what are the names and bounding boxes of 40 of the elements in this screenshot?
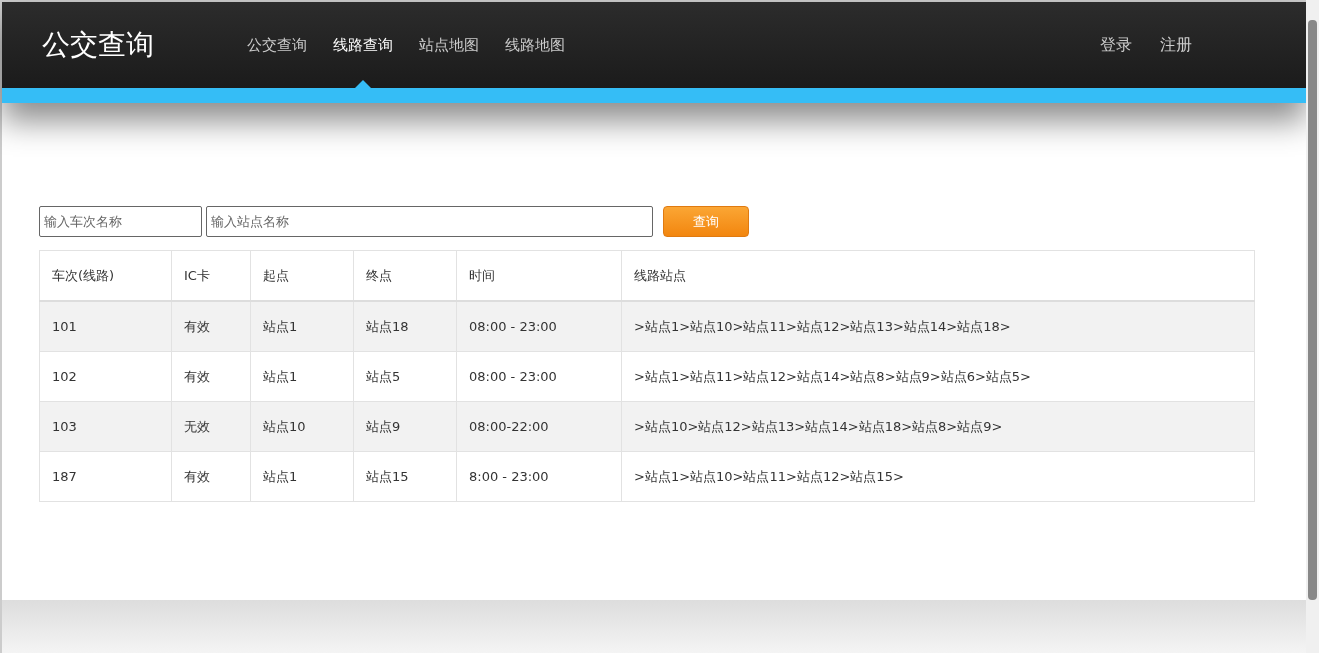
site-title: 公交查询: [42, 27, 155, 63]
table-cell: 站点18: [353, 301, 457, 352]
route-search-field[interactable]: 输入车次名称: [39, 206, 202, 237]
table-cell: 101: [39, 301, 172, 352]
account-link[interactable]: 注册: [1160, 34, 1192, 56]
nav-link[interactable]: 站点地图: [419, 2, 479, 88]
table-cell: >站点10>站点12>站点13>站点14>站点18>站点8>站点9>: [621, 401, 1255, 452]
nav-link[interactable]: 线路地图: [505, 2, 565, 88]
table-cell: 站点5: [353, 351, 457, 402]
nav-link[interactable]: 线路查询: [333, 2, 393, 88]
station-search-field[interactable]: 输入站点名称: [206, 206, 653, 237]
table-cell: 08:00-22:00: [456, 401, 622, 452]
account-link[interactable]: 登录: [1100, 34, 1132, 56]
table-cell: 站点10: [250, 401, 354, 452]
table-cell: 102: [39, 351, 172, 402]
table-cell: 站点1: [250, 451, 354, 502]
table-cell: 站点1: [250, 301, 354, 352]
table-cell: 站点15: [353, 451, 457, 502]
table-cell: >站点1>站点11>站点12>站点14>站点8>站点9>站点6>站点5>: [621, 351, 1255, 402]
table-cell: 无效: [171, 401, 251, 452]
table-cell: >站点1>站点10>站点11>站点12>站点13>站点14>站点18>: [621, 301, 1255, 352]
column-header: 起点: [250, 250, 354, 301]
table-cell: 103: [39, 401, 172, 452]
column-header: 时间: [456, 250, 622, 301]
table-cell: 8:00 - 23:00: [456, 451, 622, 502]
table-cell: >站点1>站点10>站点11>站点12>站点15>: [621, 451, 1255, 502]
column-header: 终点: [353, 250, 457, 301]
table-cell: 有效: [171, 451, 251, 502]
column-header: IC卡: [171, 250, 251, 301]
table-cell: 有效: [171, 351, 251, 402]
column-header: 线路站点: [621, 250, 1255, 301]
table-cell: 08:00 - 23:00: [456, 301, 622, 352]
table-cell: 站点9: [353, 401, 457, 452]
table-cell: 站点1: [250, 351, 354, 402]
nav-link[interactable]: 公交查询: [247, 2, 307, 88]
column-header: 车次(线路): [39, 250, 172, 301]
table-cell: 有效: [171, 301, 251, 352]
table-cell: 187: [39, 451, 172, 502]
table-cell: 08:00 - 23:00: [456, 351, 622, 402]
scrollbar[interactable]: [1306, 0, 1319, 653]
